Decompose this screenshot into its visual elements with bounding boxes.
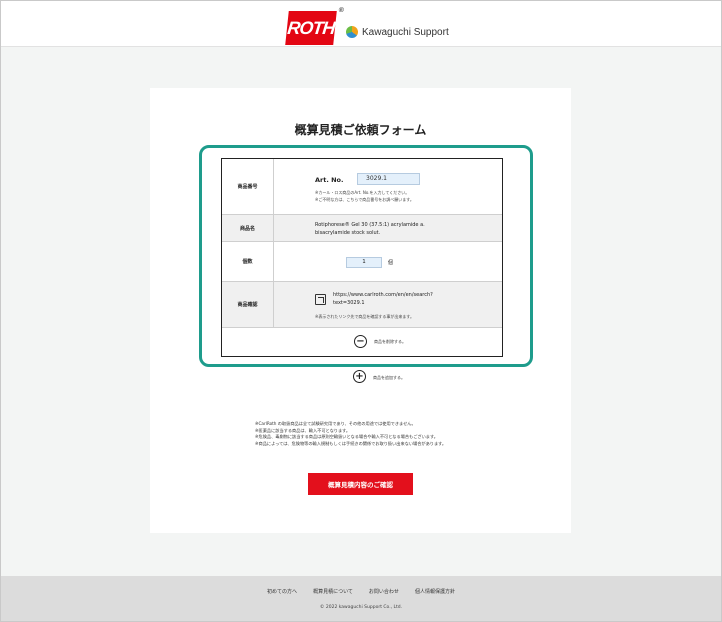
note-line: ※危険品、毒劇物に該当する商品は原則空輸扱いとなる場合や輸入不可となる場合もござ… xyxy=(255,434,438,439)
main-card: 概算見積ご依頼フォーム 商品番号 Art. No. 3029.1 ※カール・ロス… xyxy=(150,88,571,533)
confirm-estimate-button[interactable]: 概算見積内容のご確認 xyxy=(308,473,413,495)
row-label-qty: 個数 xyxy=(222,242,274,281)
row-qty: 個数 1 個 xyxy=(222,242,502,282)
notes-block: ※CarlRoth の取扱商品は全て試験研究用であり、その他の用途では使用できま… xyxy=(255,421,446,447)
row-remove: − 商品を削除する。 xyxy=(222,328,502,356)
external-link-icon[interactable] xyxy=(315,294,326,305)
roth-logo-text: ROTH xyxy=(286,17,336,38)
roth-logo[interactable]: ROTH ® xyxy=(285,7,343,45)
quantity-input[interactable]: 1 xyxy=(346,257,382,268)
row-label-name: 商品名 xyxy=(222,215,274,241)
kawaguchi-mark-icon xyxy=(346,26,358,38)
footer-link-contact[interactable]: お問い合わせ xyxy=(369,588,399,595)
product-name-value: Rotiphorese® Gel 30 (37.5:1) acrylamide … xyxy=(315,222,425,236)
product-form-table: 商品番号 Art. No. 3029.1 ※カール・ロス商品のArt. No.を… xyxy=(221,158,503,357)
copyright: © 2022 kawaguchi Support Co., Ltd. xyxy=(319,605,403,610)
artno-hint-1: ※カール・ロス商品のArt. No.を入力してください。 xyxy=(315,190,410,195)
product-confirm-link[interactable]: https://www.carlroth.com/en/en/search?te… xyxy=(333,291,453,307)
row-confirm: 商品確認 https://www.carlroth.com/en/en/sear… xyxy=(222,282,502,328)
footer-link-first-time[interactable]: 初めての方へ xyxy=(267,588,297,595)
footer-link-privacy[interactable]: 個人情報保護方針 xyxy=(415,588,455,595)
site-footer: 初めての方へ 概算見積について お問い合わせ 個人情報保護方針 © 2022 k… xyxy=(1,576,721,621)
confirm-note: ※表示されたリンク先で商品を確認する事が出来ます。 xyxy=(315,314,414,319)
row-label-artno: 商品番号 xyxy=(222,159,274,214)
artno-hint-2[interactable]: ※ご不明な方は、こちらで商品番号をお調べ願います。 xyxy=(315,197,414,203)
artno-input[interactable]: 3029.1 xyxy=(357,173,420,185)
quantity-unit: 個 xyxy=(388,260,394,266)
site-header: ROTH ® Kawaguchi Support xyxy=(1,1,721,47)
page-title: 概算見積ご依頼フォーム xyxy=(294,123,427,137)
add-product-button[interactable]: + xyxy=(353,370,366,383)
footer-links: 初めての方へ 概算見積について お問い合わせ 個人情報保護方針 xyxy=(1,588,721,595)
note-line: ※商品によっては、危険物等の輸入規制もしくは手続きの関係でお取り扱い出来ない場合… xyxy=(255,440,447,446)
row-name: 商品名 Rotiphorese® Gel 30 (37.5:1) acrylam… xyxy=(222,215,502,242)
row-artno: 商品番号 Art. No. 3029.1 ※カール・ロス商品のArt. No.を… xyxy=(222,159,502,215)
artno-field-label: Art. No. xyxy=(315,176,344,184)
minus-icon: − xyxy=(356,335,365,347)
remove-product-text[interactable]: 商品を削除する。 xyxy=(374,339,406,345)
plus-icon: + xyxy=(355,370,364,382)
kawaguchi-logo-text: Kawaguchi Support xyxy=(362,26,449,38)
add-product-text[interactable]: 商品を追加する。 xyxy=(373,375,405,381)
row-label-confirm: 商品確認 xyxy=(222,282,274,327)
remove-product-button[interactable]: − xyxy=(354,335,367,348)
registered-mark: ® xyxy=(338,7,344,14)
kawaguchi-logo[interactable]: Kawaguchi Support xyxy=(346,26,449,38)
footer-link-estimate-about[interactable]: 概算見積について xyxy=(313,588,353,595)
